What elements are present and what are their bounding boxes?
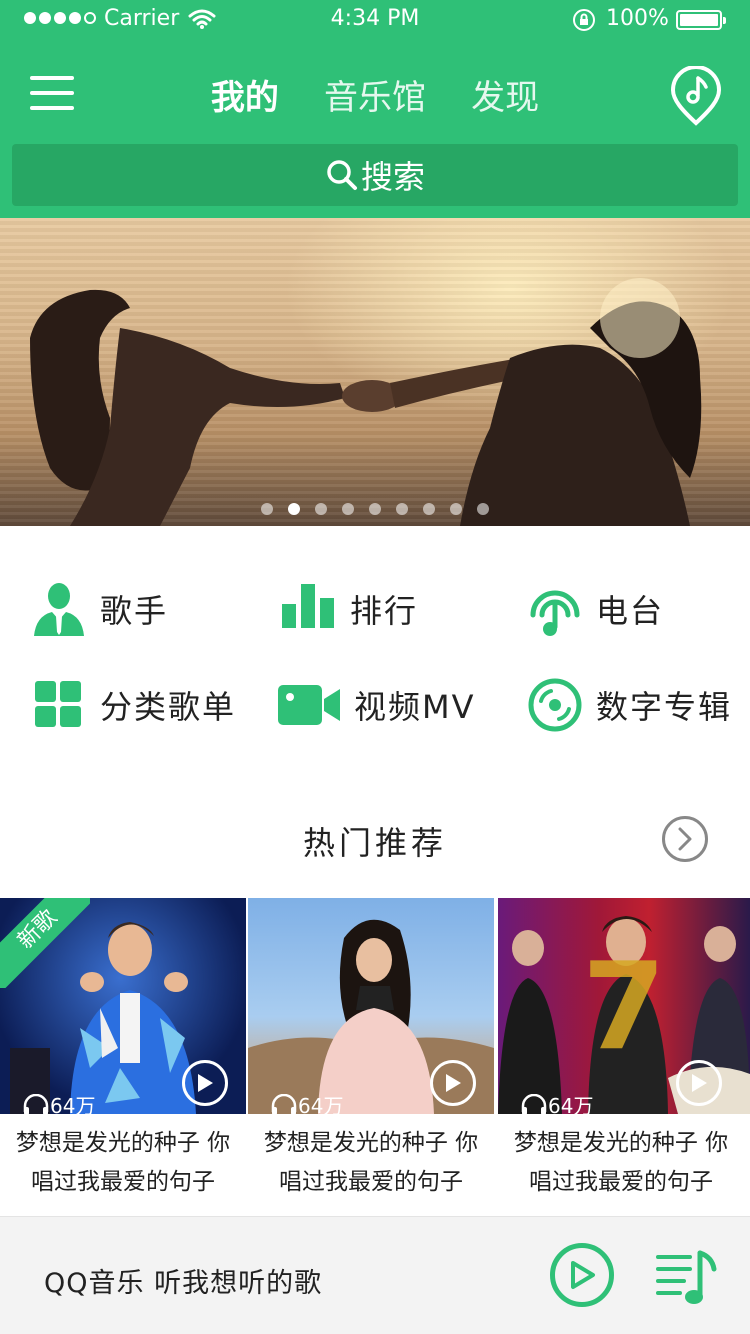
card-title: 梦想是发光的种子 你 唱过我最爱的句子 xyxy=(248,1124,494,1202)
chevron-right-icon xyxy=(678,827,692,851)
category-mv[interactable]: 视频MV xyxy=(278,676,476,734)
play-button[interactable] xyxy=(182,1060,228,1106)
category-mv-label: 视频MV xyxy=(354,688,476,726)
category-singer-label: 歌手 xyxy=(100,592,169,630)
play-icon xyxy=(198,1074,213,1092)
chart-bars-icon xyxy=(280,580,338,638)
category-rank[interactable]: 排行 xyxy=(280,580,418,638)
recommend-card[interactable]: 7 64万 梦想是发光的种子 你 唱过我最爱的句子 xyxy=(498,898,750,1214)
more-button[interactable] xyxy=(662,816,708,862)
disc-icon xyxy=(526,676,584,734)
headphone-icon xyxy=(521,1093,547,1114)
grid-icon xyxy=(30,676,88,734)
tab-mine[interactable]: 我的 xyxy=(211,70,279,119)
play-count-value: 64万 xyxy=(50,1094,96,1114)
search-bar[interactable]: 搜索 xyxy=(12,144,738,206)
carousel-dot-active[interactable] xyxy=(287,503,300,515)
headphone-icon xyxy=(271,1093,297,1114)
play-count: 64万 xyxy=(520,1090,593,1114)
category-playlist[interactable]: 分类歌单 xyxy=(30,676,236,734)
search-icon xyxy=(327,160,357,190)
card-title-line2: 唱过我最爱的句子 xyxy=(279,1169,463,1195)
top-tabs: 我的 音乐馆 发现 xyxy=(0,70,750,119)
carousel-dot[interactable] xyxy=(314,503,327,515)
battery-icon xyxy=(676,10,726,30)
play-count: 64万 xyxy=(22,1090,95,1114)
carousel-dot[interactable] xyxy=(477,503,490,515)
tab-music-hall[interactable]: 音乐馆 xyxy=(324,70,426,119)
carousel-dot[interactable] xyxy=(260,503,273,515)
carousel-dot[interactable] xyxy=(423,503,436,515)
card-title-line2: 唱过我最爱的句子 xyxy=(529,1169,713,1195)
card-title-line1: 梦想是发光的种子 你 xyxy=(513,1130,729,1156)
album-cover: 新歌 64万 xyxy=(0,898,246,1114)
rotation-lock-icon xyxy=(573,9,595,31)
search-label: 搜索 xyxy=(360,158,425,196)
play-count-value: 64万 xyxy=(298,1094,344,1114)
recommend-card[interactable]: 新歌 64万 梦想是发光的种子 你 唱过我最爱的句子 xyxy=(0,898,246,1214)
play-icon xyxy=(692,1074,707,1092)
category-singer[interactable]: 歌手 xyxy=(30,580,168,638)
banner-carousel[interactable] xyxy=(0,218,750,526)
battery-percentage: 100% xyxy=(606,6,669,31)
category-digital-album[interactable]: 数字专辑 xyxy=(526,676,732,734)
header: 我的 音乐馆 发现 搜索 xyxy=(0,40,750,218)
video-camera-icon xyxy=(278,676,342,734)
play-button[interactable] xyxy=(676,1060,722,1106)
category-digital-album-label: 数字专辑 xyxy=(596,688,733,726)
music-location-icon[interactable] xyxy=(668,66,724,126)
radio-headphone-icon xyxy=(526,580,584,638)
carousel-dot[interactable] xyxy=(341,503,354,515)
category-playlist-label: 分类歌单 xyxy=(100,688,237,726)
carousel-dot[interactable] xyxy=(450,503,463,515)
banner-image xyxy=(30,278,702,526)
category-radio[interactable]: 电台 xyxy=(526,580,664,638)
section-title-hot: 热门推荐 xyxy=(302,824,447,862)
card-title: 梦想是发光的种子 你 唱过我最爱的句子 xyxy=(498,1124,744,1202)
play-count-value: 64万 xyxy=(548,1094,594,1114)
card-title-line1: 梦想是发光的种子 你 xyxy=(15,1130,231,1156)
category-radio-label: 电台 xyxy=(596,592,665,630)
album-cover: 7 64万 xyxy=(498,898,750,1114)
tab-discover[interactable]: 发现 xyxy=(471,70,539,119)
player-now-playing: QQ音乐 听我想听的歌 xyxy=(44,1268,323,1299)
album-cover: 64万 xyxy=(248,898,494,1114)
headphone-icon xyxy=(23,1093,49,1114)
carousel-dot[interactable] xyxy=(369,503,381,515)
play-count: 64万 xyxy=(270,1090,343,1114)
category-rank-label: 排行 xyxy=(350,592,419,630)
playlist-icon[interactable] xyxy=(654,1245,718,1309)
card-title-line2: 唱过我最爱的句子 xyxy=(31,1169,215,1195)
play-button[interactable] xyxy=(430,1060,476,1106)
card-title-line1: 梦想是发光的种子 你 xyxy=(263,1130,479,1156)
recommend-card[interactable]: 64万 梦想是发光的种子 你 唱过我最爱的句子 xyxy=(248,898,494,1214)
carousel-indicator xyxy=(0,500,750,519)
card-title: 梦想是发光的种子 你 唱过我最爱的句子 xyxy=(0,1124,246,1202)
mini-player[interactable]: QQ音乐 听我想听的歌 xyxy=(0,1216,750,1334)
carousel-dot[interactable] xyxy=(396,503,409,515)
play-icon xyxy=(571,1261,595,1289)
new-song-badge: 新歌 xyxy=(0,898,90,988)
singer-icon xyxy=(30,580,88,638)
status-bar: Carrier 4:34 PM 100% xyxy=(0,0,750,40)
player-play-button[interactable] xyxy=(550,1243,614,1307)
play-icon xyxy=(446,1074,461,1092)
